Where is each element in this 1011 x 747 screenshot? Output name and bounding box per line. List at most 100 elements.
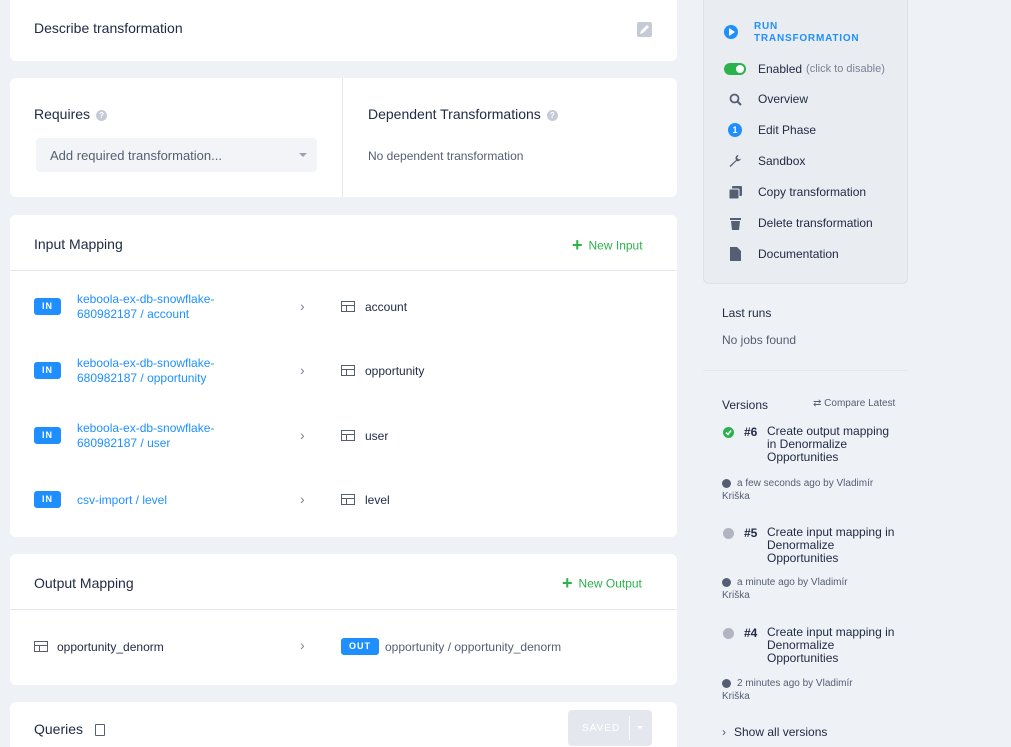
output-mapping-row[interactable]: opportunity_denorm › OUT opportunity / o…	[10, 621, 677, 671]
chevron-down-icon	[299, 153, 307, 157]
help-icon[interactable]: ?	[546, 109, 558, 121]
table-icon	[341, 365, 355, 376]
version-meta: a minute ago by Vladimír Kriška	[722, 576, 848, 602]
chevron-right-icon: ›	[300, 637, 305, 653]
input-source-link[interactable]: csv-import / level	[77, 493, 167, 507]
input-mapping-title: Input Mapping	[34, 236, 123, 252]
edit-description-button[interactable]	[637, 22, 652, 37]
input-mapping-card: Input Mapping + New Input IN keboola-ex-d…	[10, 215, 677, 537]
sidebar-item-delete[interactable]: Delete transformation	[724, 216, 873, 230]
sidebar-item-label: Delete transformation	[758, 216, 873, 230]
compare-latest-button[interactable]: ⇄ Compare Latest	[813, 398, 895, 409]
new-input-label: New Input	[588, 238, 643, 253]
wrench-icon	[724, 154, 746, 168]
sidebar-item-copy[interactable]: Copy transformation	[724, 185, 866, 199]
document-icon	[724, 247, 746, 261]
sidebar-item-documentation[interactable]: Documentation	[724, 247, 839, 261]
status-dot-icon	[723, 528, 734, 539]
source-line: 680982187 / account	[77, 307, 190, 321]
show-all-label: Show all versions	[734, 725, 828, 739]
version-time: a few seconds ago by Vladimír	[737, 478, 874, 489]
new-output-button[interactable]: + New Output	[562, 573, 642, 594]
dependent-empty-text: No dependent transformation	[368, 149, 524, 163]
source-line: keboola-ex-db-snowflake-	[77, 292, 215, 306]
toggle-icon	[724, 63, 746, 75]
divider	[10, 270, 677, 271]
sidebar-item-edit-phase[interactable]: 1 Edit Phase	[724, 123, 816, 137]
version-description: Create input mapping in Denormalize Oppo…	[767, 626, 894, 665]
chevron-right-icon: ›	[300, 427, 305, 443]
version-number: #6	[744, 425, 758, 439]
clock-icon	[722, 478, 731, 488]
input-mapping-row[interactable]: IN keboola-ex-db-snowflake- 680982187 / …	[10, 282, 677, 332]
versions-title: Versions	[722, 398, 769, 412]
input-source-link[interactable]: keboola-ex-db-snowflake- 680982187 / use…	[77, 421, 214, 451]
output-source: opportunity_denorm	[57, 640, 164, 654]
copy-icon[interactable]	[94, 724, 105, 737]
version-number: #4	[744, 626, 758, 640]
table-icon	[341, 301, 355, 312]
enabled-toggle[interactable]: Enabled (click to disable)	[724, 62, 885, 76]
last-runs-title: Last runs	[722, 306, 772, 320]
show-all-versions-button[interactable]: › Show all versions	[722, 725, 827, 739]
requires-label: Requires	[34, 106, 91, 122]
version-time: a minute ago by Vladimír	[737, 577, 848, 588]
new-input-button[interactable]: + New Input	[572, 235, 643, 256]
input-source-link[interactable]: keboola-ex-db-snowflake- 680982187 / acc…	[77, 292, 214, 322]
chevron-right-icon: ›	[300, 491, 305, 507]
version-meta: 2 minutes ago by Vladimír Kriška	[722, 677, 853, 703]
sidebar-item-sandbox[interactable]: Sandbox	[724, 154, 805, 168]
version-line: Opportunities	[767, 651, 839, 665]
input-target: user	[365, 429, 389, 443]
copy-icon	[724, 185, 746, 199]
run-label: RUN	[754, 21, 779, 32]
saved-button[interactable]: SAVED	[568, 710, 652, 746]
chevron-down-icon	[637, 726, 643, 729]
dependent-title: Dependent Transformations?	[368, 106, 558, 122]
input-target: account	[365, 300, 408, 314]
compare-label: Compare Latest	[824, 398, 896, 409]
input-mapping-row[interactable]: IN csv-import / level › level	[10, 475, 677, 525]
input-mapping-row[interactable]: IN keboola-ex-db-snowflake- 680982187 / …	[10, 411, 677, 461]
sidebar-item-label: Documentation	[758, 247, 839, 261]
queries-title: Queries	[34, 721, 105, 737]
new-output-label: New Output	[578, 576, 642, 591]
swap-icon: ⇄	[813, 398, 822, 409]
trash-icon	[724, 217, 746, 230]
check-circle-icon	[723, 427, 734, 438]
requires-select[interactable]: Add required transformation...	[36, 138, 317, 172]
sidebar-item-label: Overview	[758, 92, 809, 106]
version-meta: a few seconds ago by Vladimír Kriška	[722, 477, 873, 503]
table-icon	[341, 494, 355, 505]
dropdown-divider	[629, 716, 630, 740]
input-mapping-row[interactable]: IN keboola-ex-db-snowflake- 680982187 / …	[10, 346, 677, 396]
input-source-link[interactable]: keboola-ex-db-snowflake- 680982187 / opp…	[77, 356, 214, 386]
version-time: 2 minutes ago by Vladimír	[737, 678, 853, 689]
help-icon[interactable]: ?	[96, 109, 108, 121]
sidebar-item-label: Copy transformation	[758, 185, 867, 199]
chevron-right-icon: ›	[300, 362, 305, 378]
output-mapping-title: Output Mapping	[34, 575, 134, 591]
in-badge: IN	[34, 427, 61, 444]
play-icon	[724, 25, 738, 39]
queries-label: Queries	[34, 721, 84, 737]
enabled-label: Enabled	[758, 62, 803, 76]
describe-card: Describe transformation	[10, 0, 677, 61]
table-icon	[34, 641, 48, 652]
in-badge: IN	[34, 491, 61, 508]
in-badge: IN	[34, 362, 61, 379]
queries-card: Queries SAVED	[10, 702, 677, 747]
status-dot-icon	[723, 628, 734, 639]
saved-label: SAVED	[582, 723, 621, 734]
clock-icon	[722, 577, 731, 587]
version-line: Opportunities	[767, 450, 839, 464]
chevron-right-icon: ›	[722, 725, 726, 739]
run-transformation-button[interactable]: RUN TRANSFORMATION	[724, 21, 859, 45]
sidebar-item-overview[interactable]: Overview	[724, 92, 808, 106]
enabled-hint: (click to disable)	[806, 63, 885, 75]
search-icon	[724, 93, 746, 106]
input-target: level	[365, 493, 390, 507]
version-author: Kriška	[722, 491, 750, 502]
source-line: keboola-ex-db-snowflake-	[77, 421, 215, 435]
run-label: TRANSFORMATION	[754, 33, 860, 44]
